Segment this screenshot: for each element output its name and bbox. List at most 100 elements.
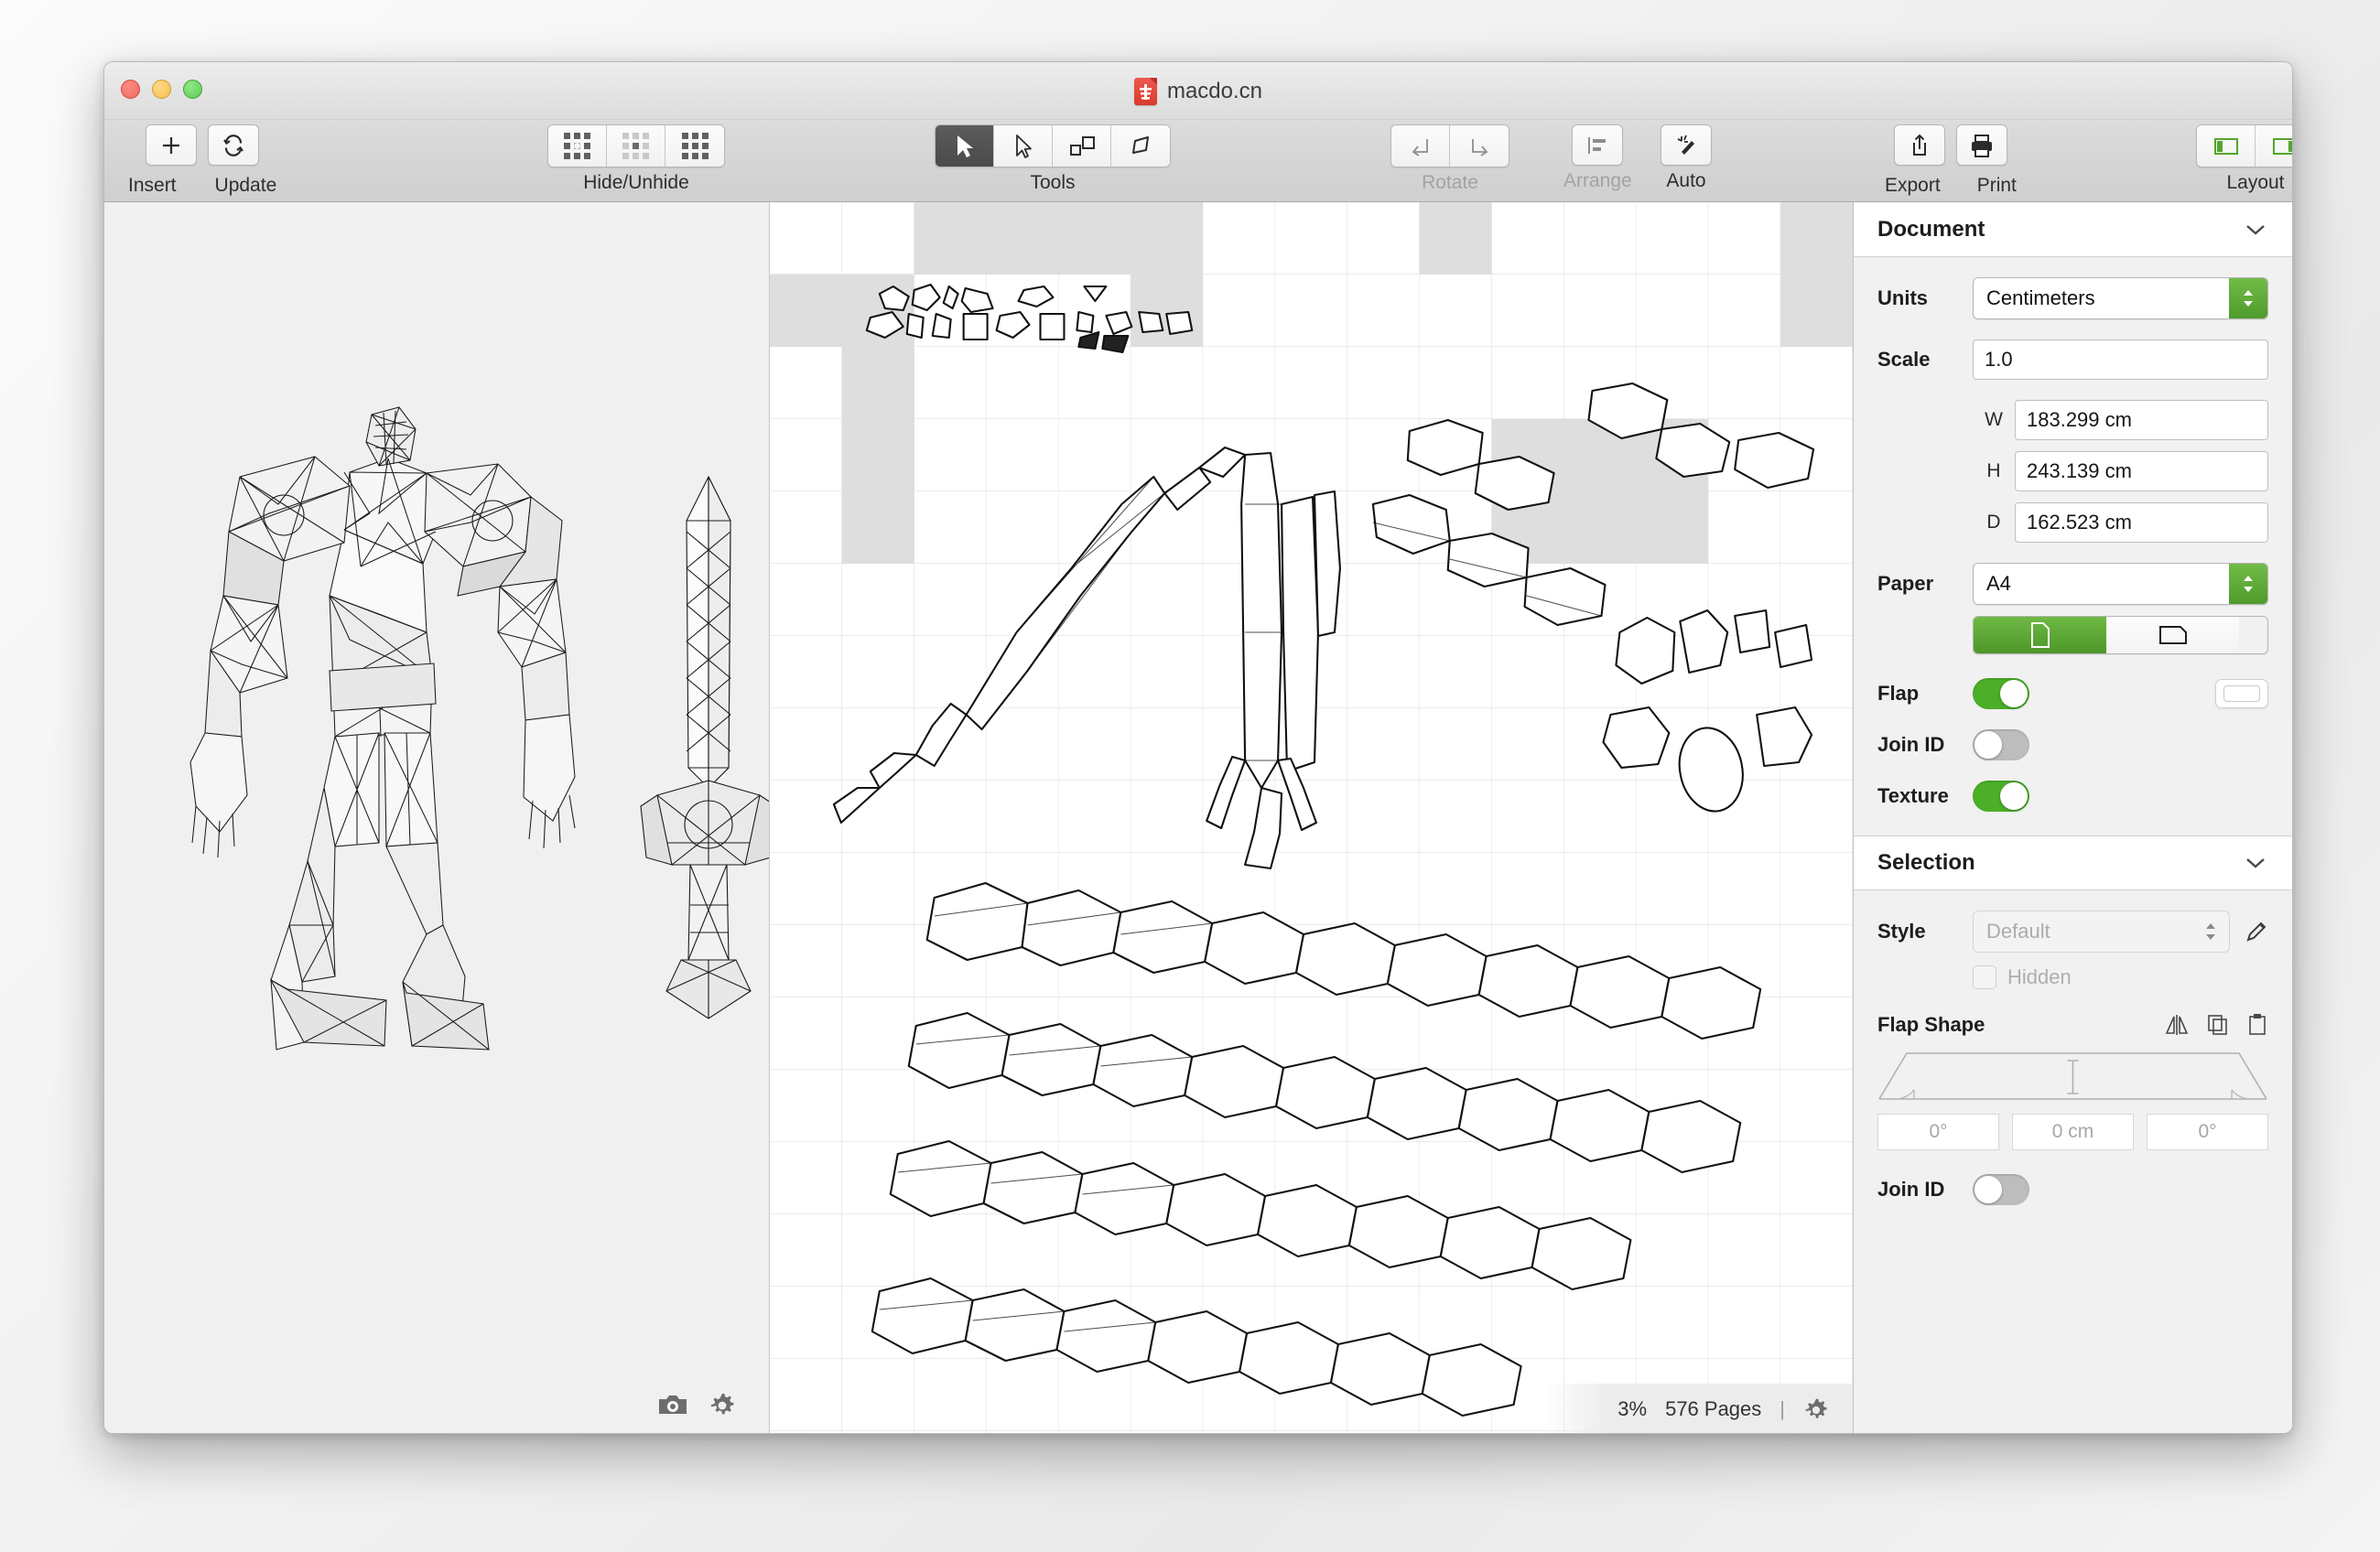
camera-icon[interactable] bbox=[657, 1392, 688, 1417]
rotate-label: Rotate bbox=[1422, 172, 1478, 194]
layout-label: Layout bbox=[2226, 172, 2284, 194]
style-select[interactable]: Default bbox=[1973, 911, 2230, 953]
layout-right-button[interactable] bbox=[2256, 125, 2293, 167]
flap-shape-diagram bbox=[1877, 1050, 2268, 1101]
paper-select[interactable]: A4 bbox=[1973, 563, 2268, 605]
chevron-down-icon[interactable] bbox=[2245, 856, 2266, 870]
print-label: Print bbox=[1977, 175, 2017, 197]
scale-input[interactable]: 1.0 bbox=[1973, 340, 2268, 380]
height-input[interactable]: 243.139 cm bbox=[2015, 451, 2268, 491]
height-row: H 243.139 cm bbox=[1877, 451, 2268, 491]
layout-canvas[interactable]: 3% 576 Pages | bbox=[770, 202, 1853, 1434]
layout-segmented[interactable] bbox=[2196, 124, 2293, 167]
flap-toggle[interactable] bbox=[1973, 678, 2029, 709]
tool-vertex-button[interactable] bbox=[994, 125, 1053, 167]
hide-unhide-label: Hide/Unhide bbox=[583, 172, 689, 194]
rotate-segmented[interactable] bbox=[1390, 124, 1509, 167]
rotate-left-button[interactable] bbox=[1391, 125, 1450, 167]
join-id-toggle[interactable] bbox=[1973, 729, 2029, 760]
width-row: W 183.299 cm bbox=[1877, 400, 2268, 440]
title-bar: macdo.cn bbox=[104, 62, 2292, 120]
copy-icon[interactable] bbox=[2206, 1013, 2230, 1037]
toolbar-group-layout: Layout bbox=[2196, 124, 2293, 194]
mirror-icon[interactable] bbox=[2164, 1013, 2190, 1037]
orientation-portrait-button[interactable] bbox=[1974, 617, 2106, 653]
tool-flap-button[interactable] bbox=[1111, 125, 1170, 167]
panel-right-icon bbox=[2269, 135, 2293, 158]
gear-icon[interactable] bbox=[709, 1391, 736, 1418]
flap-angle-left-input[interactable]: 0° bbox=[1877, 1114, 1999, 1150]
flap-shape-preview-icon bbox=[2223, 685, 2260, 702]
paper-value: A4 bbox=[1986, 572, 2011, 596]
tool-select-button[interactable] bbox=[936, 125, 994, 167]
selection-join-id-toggle[interactable] bbox=[1973, 1174, 2029, 1205]
flap-shape-preview-button[interactable] bbox=[2215, 679, 2268, 708]
export-label: Export bbox=[1885, 175, 1941, 197]
viewport-3d[interactable] bbox=[104, 202, 770, 1434]
width-value: 183.299 cm bbox=[2027, 408, 2132, 432]
toolbar: Insert Update bbox=[104, 120, 2292, 202]
grid-hide-icon bbox=[564, 133, 590, 159]
selection-section-title: Selection bbox=[1877, 850, 1975, 876]
depth-row: D 162.523 cm bbox=[1877, 502, 2268, 543]
rotate-right-button[interactable] bbox=[1450, 125, 1509, 167]
selection-join-id-label: Join ID bbox=[1877, 1178, 1973, 1202]
width-input[interactable]: 183.299 cm bbox=[2015, 400, 2268, 440]
document-section-body: Units Centimeters Scale bbox=[1854, 257, 2292, 835]
unhide-partial-button[interactable] bbox=[607, 125, 665, 167]
chevron-down-icon[interactable] bbox=[2245, 222, 2266, 237]
toolbar-group-insert: Insert Update bbox=[128, 124, 276, 197]
paste-icon[interactable] bbox=[2246, 1013, 2268, 1037]
document-section-header[interactable]: Document bbox=[1854, 202, 2292, 257]
arrange-button[interactable] bbox=[1572, 124, 1623, 166]
magic-wand-icon bbox=[1672, 132, 1700, 159]
update-button[interactable] bbox=[208, 124, 259, 166]
toolbar-group-rotate: Rotate bbox=[1390, 124, 1509, 194]
toolbar-group-tools: Tools bbox=[935, 124, 1171, 194]
orientation-segmented[interactable] bbox=[1973, 616, 2268, 654]
texture-label: Texture bbox=[1877, 784, 1973, 808]
auto-button[interactable] bbox=[1661, 124, 1712, 166]
selection-section-body: Style Default bbox=[1854, 890, 2292, 1234]
armored-warrior-model bbox=[190, 407, 575, 1050]
stepper-arrows-icon bbox=[2203, 922, 2218, 942]
flap-angle-right-input[interactable]: 0° bbox=[2147, 1114, 2268, 1150]
grid-faded-icon bbox=[622, 133, 649, 159]
window-title: macdo.cn bbox=[1167, 79, 1262, 104]
page-portrait-icon bbox=[2029, 621, 2051, 649]
model-wireframe-group bbox=[104, 202, 770, 1434]
pencil-icon[interactable] bbox=[2245, 920, 2268, 943]
units-select[interactable]: Centimeters bbox=[1973, 277, 2268, 319]
export-button[interactable] bbox=[1894, 124, 1945, 166]
selection-section-header[interactable]: Selection bbox=[1854, 835, 2292, 890]
style-label: Style bbox=[1877, 920, 1973, 943]
page-landscape-icon bbox=[2158, 624, 2188, 646]
print-button[interactable] bbox=[1956, 124, 2007, 166]
hidden-row: Hidden bbox=[1973, 965, 2268, 989]
gear-icon[interactable] bbox=[1803, 1396, 1829, 1422]
insert-button[interactable] bbox=[146, 124, 197, 166]
align-left-icon bbox=[1584, 134, 1611, 157]
orientation-landscape-button[interactable] bbox=[2106, 617, 2239, 653]
document-section-title: Document bbox=[1877, 217, 1985, 242]
flap-angle-left-value: 0° bbox=[1929, 1121, 1947, 1143]
depth-input[interactable]: 162.523 cm bbox=[2015, 502, 2268, 543]
flap-pen-icon bbox=[1127, 133, 1154, 160]
layout-left-button[interactable] bbox=[2197, 125, 2256, 167]
hide-unhide-segmented[interactable] bbox=[547, 124, 725, 167]
flap-height-input[interactable]: 0 cm bbox=[2012, 1114, 2134, 1150]
plus-icon bbox=[158, 133, 184, 158]
paper-stepper[interactable] bbox=[2229, 564, 2267, 604]
texture-toggle[interactable] bbox=[1973, 781, 2029, 812]
units-value: Centimeters bbox=[1986, 286, 2095, 310]
unhide-all-button[interactable] bbox=[665, 125, 724, 167]
tool-face-button[interactable] bbox=[1053, 125, 1111, 167]
insert-label: Insert bbox=[128, 175, 177, 197]
hidden-checkbox[interactable] bbox=[1973, 965, 1996, 989]
tools-segmented[interactable] bbox=[935, 124, 1171, 167]
rotate-right-icon bbox=[1466, 134, 1493, 159]
scale-row: Scale 1.0 bbox=[1877, 340, 2268, 380]
hide-selected-button[interactable] bbox=[548, 125, 607, 167]
units-stepper[interactable] bbox=[2229, 278, 2267, 318]
paper-row: Paper A4 bbox=[1877, 563, 2268, 605]
